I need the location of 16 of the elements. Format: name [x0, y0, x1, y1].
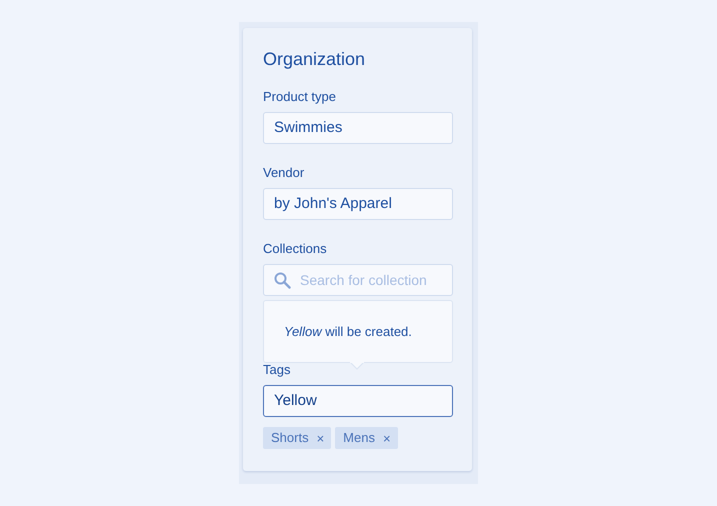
remove-button[interactable]: ×: [382, 432, 391, 444]
input-field[interactable]: Swimmies: [263, 112, 453, 144]
field-label: Vendor: [263, 165, 304, 181]
search-field[interactable]: Search for collection: [263, 264, 453, 296]
remove-button[interactable]: ×: [316, 432, 324, 444]
field-label: Tags: [263, 362, 290, 378]
search-icon: [274, 272, 291, 288]
popover-message: Yellow will be created.: [284, 322, 412, 341]
input-field[interactable]: Yellow: [263, 385, 453, 417]
tag-label: Shorts: [271, 429, 309, 448]
search-input[interactable]: Search for collection: [300, 270, 442, 290]
tag-label: Mens: [343, 429, 375, 448]
input-field[interactable]: by John's Apparel: [263, 188, 453, 220]
field-label: Collections: [263, 241, 327, 257]
field-label: Product type: [263, 89, 336, 105]
section-title: Organization: [263, 48, 366, 70]
